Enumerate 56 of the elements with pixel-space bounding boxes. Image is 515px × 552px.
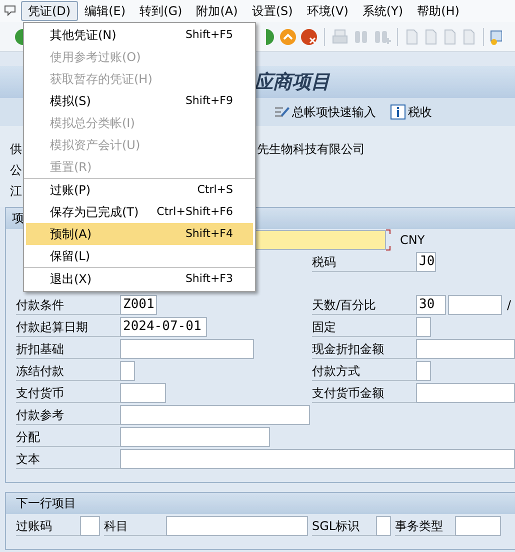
input-field[interactable]: 30 bbox=[416, 295, 446, 315]
up-icon[interactable] bbox=[279, 28, 297, 46]
first-page-icon[interactable] bbox=[404, 28, 420, 46]
menu-item[interactable]: 系统(Y) bbox=[355, 1, 410, 21]
input-field[interactable] bbox=[416, 383, 515, 403]
info-icon bbox=[390, 104, 406, 120]
currency-label: CNY bbox=[400, 232, 425, 249]
menu-option[interactable]: 过账(P) Ctrl+S bbox=[26, 179, 253, 201]
input-field[interactable] bbox=[80, 516, 100, 536]
input-field[interactable] bbox=[416, 361, 431, 381]
menu-option[interactable]: 模拟(S) Shift+F9 bbox=[26, 90, 253, 112]
input-field[interactable] bbox=[416, 317, 431, 337]
back-icon[interactable] bbox=[266, 28, 276, 46]
menu-item[interactable]: 设置(S) bbox=[244, 1, 300, 21]
input-field[interactable]: Z001 bbox=[120, 295, 157, 315]
last-page-icon[interactable] bbox=[461, 28, 477, 46]
screen-title: 应商项目 bbox=[254, 70, 330, 95]
input-field[interactable] bbox=[120, 339, 254, 359]
panel-title: 下一行项目 bbox=[16, 496, 76, 510]
confirm-icon[interactable] bbox=[14, 28, 24, 46]
menu-item[interactable]: 凭证(D) bbox=[21, 1, 78, 21]
menu-item[interactable]: 编辑(E) bbox=[78, 1, 133, 21]
menu-option[interactable]: 其他凭证(N) Shift+F5 bbox=[26, 24, 253, 46]
menu-option[interactable]: 保存为已完成(T) Ctrl+Shift+F6 bbox=[26, 201, 253, 223]
input-field[interactable] bbox=[120, 361, 135, 381]
required-bracket-icon bbox=[386, 229, 391, 251]
menu-item[interactable]: 附加(A) bbox=[189, 1, 245, 21]
input-field[interactable]: J0 bbox=[416, 252, 436, 272]
input-field[interactable] bbox=[120, 427, 270, 447]
next-page-icon[interactable] bbox=[442, 28, 458, 46]
field-label: 江 bbox=[10, 182, 23, 200]
input-field[interactable] bbox=[120, 405, 310, 425]
menu-item[interactable]: 帮助(H) bbox=[410, 1, 466, 21]
input-field[interactable] bbox=[120, 449, 515, 469]
panel-title: 项 bbox=[12, 211, 24, 225]
previous-page-icon[interactable] bbox=[423, 28, 439, 46]
print-icon[interactable] bbox=[331, 28, 349, 46]
input-field[interactable]: 2024-07-01 bbox=[120, 317, 207, 337]
toolbar-button[interactable]: 总帐项快速输入 bbox=[274, 103, 376, 121]
menu-item[interactable]: 环境(V) bbox=[300, 1, 356, 21]
menu-item[interactable]: 转到(G) bbox=[132, 1, 190, 21]
input-field[interactable] bbox=[455, 516, 501, 536]
field-value: 先生物科技有限公司 bbox=[257, 140, 365, 158]
separator-text: / bbox=[507, 297, 512, 314]
input-field[interactable] bbox=[448, 295, 502, 315]
input-field[interactable] bbox=[376, 516, 391, 536]
input-field[interactable] bbox=[166, 516, 308, 536]
menu-option[interactable]: 保留(L) bbox=[26, 245, 253, 267]
menu-option[interactable]: 预制(A) Shift+F4 bbox=[26, 223, 253, 245]
field-label: 公 bbox=[10, 162, 23, 178]
menu-option[interactable]: 退出(X) Shift+F3 bbox=[26, 268, 253, 290]
input-field[interactable] bbox=[416, 339, 515, 359]
cancel-icon[interactable] bbox=[300, 28, 318, 46]
field-label: 供 bbox=[10, 140, 23, 158]
input-field[interactable] bbox=[120, 383, 166, 403]
toolbar-button[interactable]: 税收 bbox=[390, 103, 432, 121]
